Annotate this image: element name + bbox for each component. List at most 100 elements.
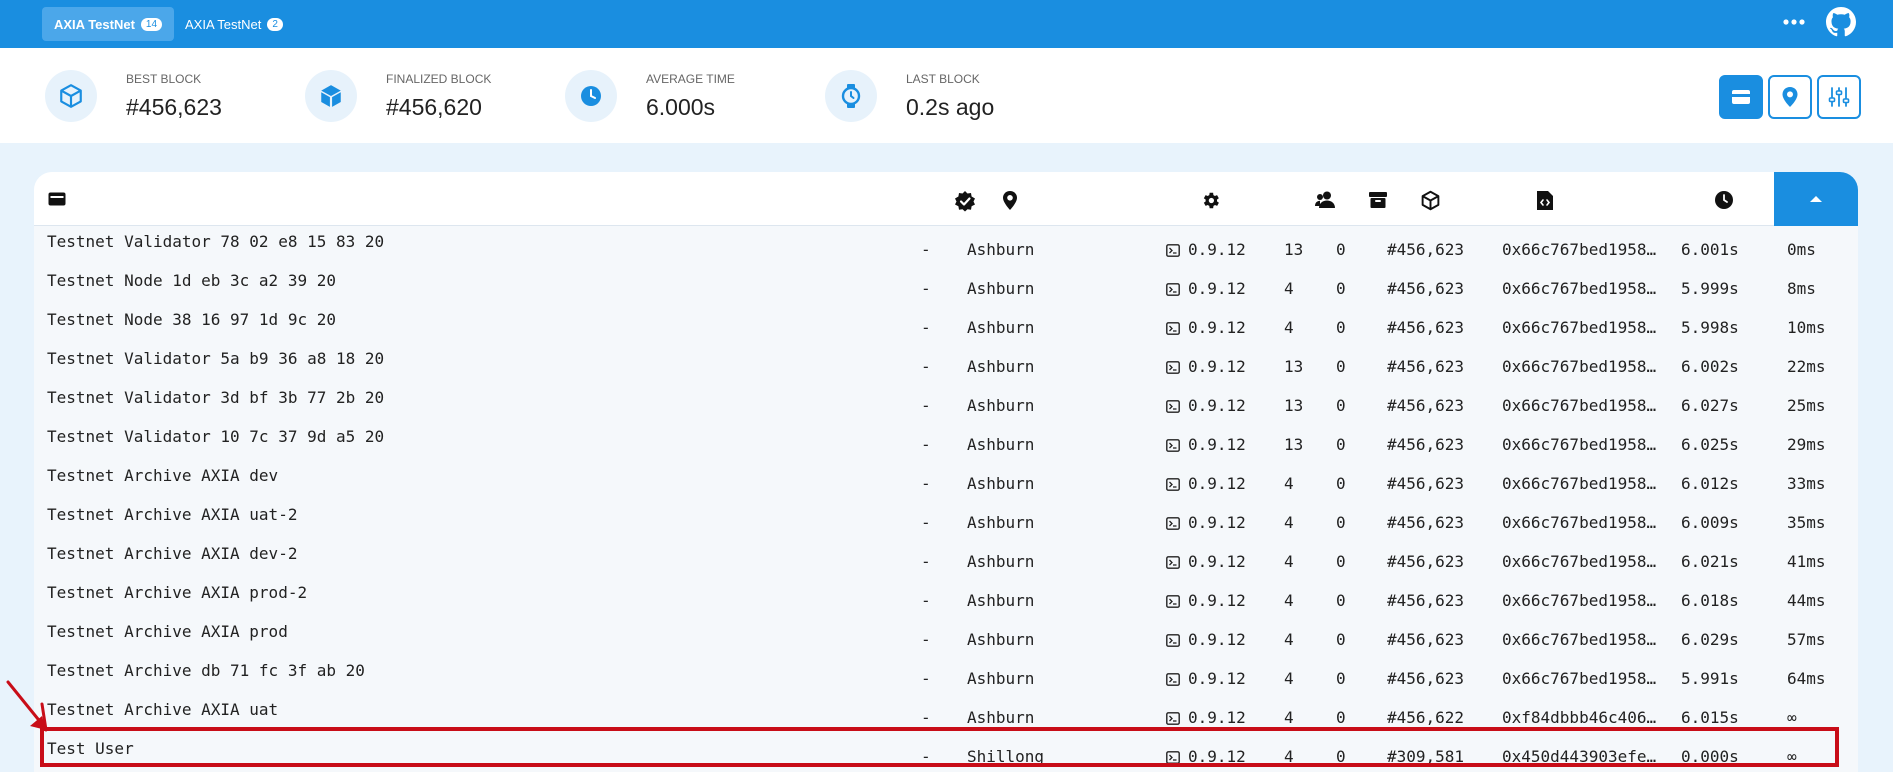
node-location: Ashburn [967,513,1035,532]
tab-axia-testnet-2[interactable]: AXIA TestNet 2 [173,7,295,41]
table-row[interactable]: Testnet Node 1d eb 3c a2 39 20 - Ashburn 0.… [34,265,1858,304]
terminal-icon [1166,556,1180,569]
node-block: #456,623 [1387,591,1465,610]
node-name: Testnet Archive AXIA prod [47,622,288,641]
peers-icon[interactable] [1314,190,1336,210]
best-block-circle [45,70,97,122]
node-txs: 0 [1336,435,1346,454]
node-block: #456,622 [1387,708,1465,727]
node-propagation: 0ms [1787,240,1816,259]
watch-icon [841,84,861,108]
nodes-table: Testnet Validator 78 02 e8 15 83 20 - Ashb… [34,172,1858,772]
table-row[interactable]: Testnet Archive AXIA prod-2 - Ashburn 0.9.1… [34,577,1858,616]
node-hash: 0x66c767bed1958… [1502,591,1657,610]
node-block: #456,623 [1387,513,1465,532]
terminal-icon [1166,400,1180,413]
node-peers: 13 [1284,357,1304,376]
node-version-cell: 0.9.12 [1166,630,1246,649]
list-view-button[interactable] [1719,75,1763,119]
node-txs: 0 [1336,318,1346,337]
map-view-button[interactable] [1768,75,1812,119]
sort-toggle-button[interactable] [1774,172,1858,226]
node-name: Testnet Archive AXIA dev [47,466,279,485]
block-time-icon[interactable] [1714,190,1734,210]
github-icon[interactable] [1826,7,1856,37]
block-cube-icon[interactable] [1420,190,1441,211]
node-propagation: 29ms [1787,435,1826,454]
node-validator: - [921,279,931,298]
node-block: #456,623 [1387,552,1465,571]
table-row[interactable]: Testnet Node 38 16 97 1d 9c 20 - Ashburn 0.… [34,304,1858,343]
node-hash: 0x66c767bed1958… [1502,474,1657,493]
node-location: Ashburn [967,591,1035,610]
table-row[interactable]: Testnet Archive AXIA dev - Ashburn 0.9.12 4 0… [34,460,1858,499]
card-icon [1732,90,1750,104]
node-location: Ashburn [967,669,1035,688]
node-name: Testnet Validator 5a b9 36 a8 18 20 [47,349,385,368]
node-name: Testnet Node 1d eb 3c a2 39 20 [47,271,336,290]
node-hash: 0x66c767bed1958… [1502,552,1657,571]
terminal-icon [1166,517,1180,530]
node-validator: - [921,318,931,337]
table-row[interactable]: Testnet Archive AXIA prod - Ashburn 0.9.12 4… [34,616,1858,655]
table-row[interactable]: Testnet Validator 10 7c 37 9d a5 20 - Ashb… [34,421,1858,460]
node-location: Ashburn [967,279,1035,298]
node-propagation: 33ms [1787,474,1826,493]
node-propagation: 10ms [1787,318,1826,337]
table-row[interactable]: Testnet Archive db 71 fc 3f ab 20 - Ashbur… [34,655,1858,694]
tab-axia-testnet-1[interactable]: AXIA TestNet 14 [42,7,175,41]
tab-count-badge: 14 [140,17,163,31]
node-txs: 0 [1336,240,1346,259]
node-version: 0.9.12 [1188,396,1246,415]
node-block: #456,623 [1387,474,1465,493]
terminal-icon [1166,283,1180,296]
tab-count-badge: 2 [267,17,283,31]
node-peers: 4 [1284,279,1294,298]
validator-check-icon[interactable] [954,190,976,212]
node-block: #456,623 [1387,669,1465,688]
node-version: 0.9.12 [1188,708,1246,727]
terminal-icon [1166,361,1180,374]
more-dots-icon[interactable] [1780,8,1808,36]
table-header [34,172,1858,226]
table-row[interactable]: Testnet Archive AXIA dev-2 - Ashburn 0.9.12… [34,538,1858,577]
node-location: Ashburn [967,630,1035,649]
node-block-time: 6.029s [1681,630,1739,649]
node-propagation: 64ms [1787,669,1826,688]
node-block-time: 5.998s [1681,318,1739,337]
table-row[interactable]: Testnet Archive AXIA uat-2 - Ashburn 0.9.12… [34,499,1858,538]
block-hash-icon[interactable] [1536,190,1554,211]
node-version-cell: 0.9.12 [1166,552,1246,571]
transactions-archive-icon[interactable] [1368,190,1388,210]
node-name: Testnet Node 38 16 97 1d 9c 20 [47,310,336,329]
node-location: Ashburn [967,357,1035,376]
terminal-icon [1166,634,1180,647]
node-propagation: 57ms [1787,630,1826,649]
sort-up-icon [1810,196,1822,202]
node-version-cell: 0.9.12 [1166,396,1246,415]
node-validator: - [921,396,931,415]
node-location: Ashburn [967,552,1035,571]
node-name-icon[interactable] [48,192,66,206]
node-peers: 4 [1284,591,1294,610]
node-txs: 0 [1336,552,1346,571]
node-peers: 4 [1284,708,1294,727]
cube-outline-icon [60,84,82,108]
node-block: #456,623 [1387,279,1465,298]
settings-view-button[interactable] [1817,75,1861,119]
implementation-gear-icon[interactable] [1200,190,1221,211]
node-hash: 0x66c767bed1958… [1502,630,1657,649]
node-version-cell: 0.9.12 [1166,708,1246,727]
table-row[interactable]: Testnet Validator 78 02 e8 15 83 20 - Ashb… [34,226,1858,265]
table-row[interactable]: Testnet Validator 3d bf 3b 77 2b 20 - Ashb… [34,382,1858,421]
stats-bar: BEST BLOCK #456,623 FINALIZED BLOCK #456… [0,48,1893,143]
node-block: #456,623 [1387,435,1465,454]
table-row[interactable]: Testnet Validator 5a b9 36 a8 18 20 - Ashb… [34,343,1858,382]
node-block-time: 6.002s [1681,357,1739,376]
node-propagation: ∞ [1787,708,1797,727]
node-validator: - [921,630,931,649]
average-time-circle [565,70,617,122]
location-icon[interactable] [1002,190,1018,211]
node-validator: - [921,240,931,259]
node-hash: 0x66c767bed1958… [1502,318,1657,337]
